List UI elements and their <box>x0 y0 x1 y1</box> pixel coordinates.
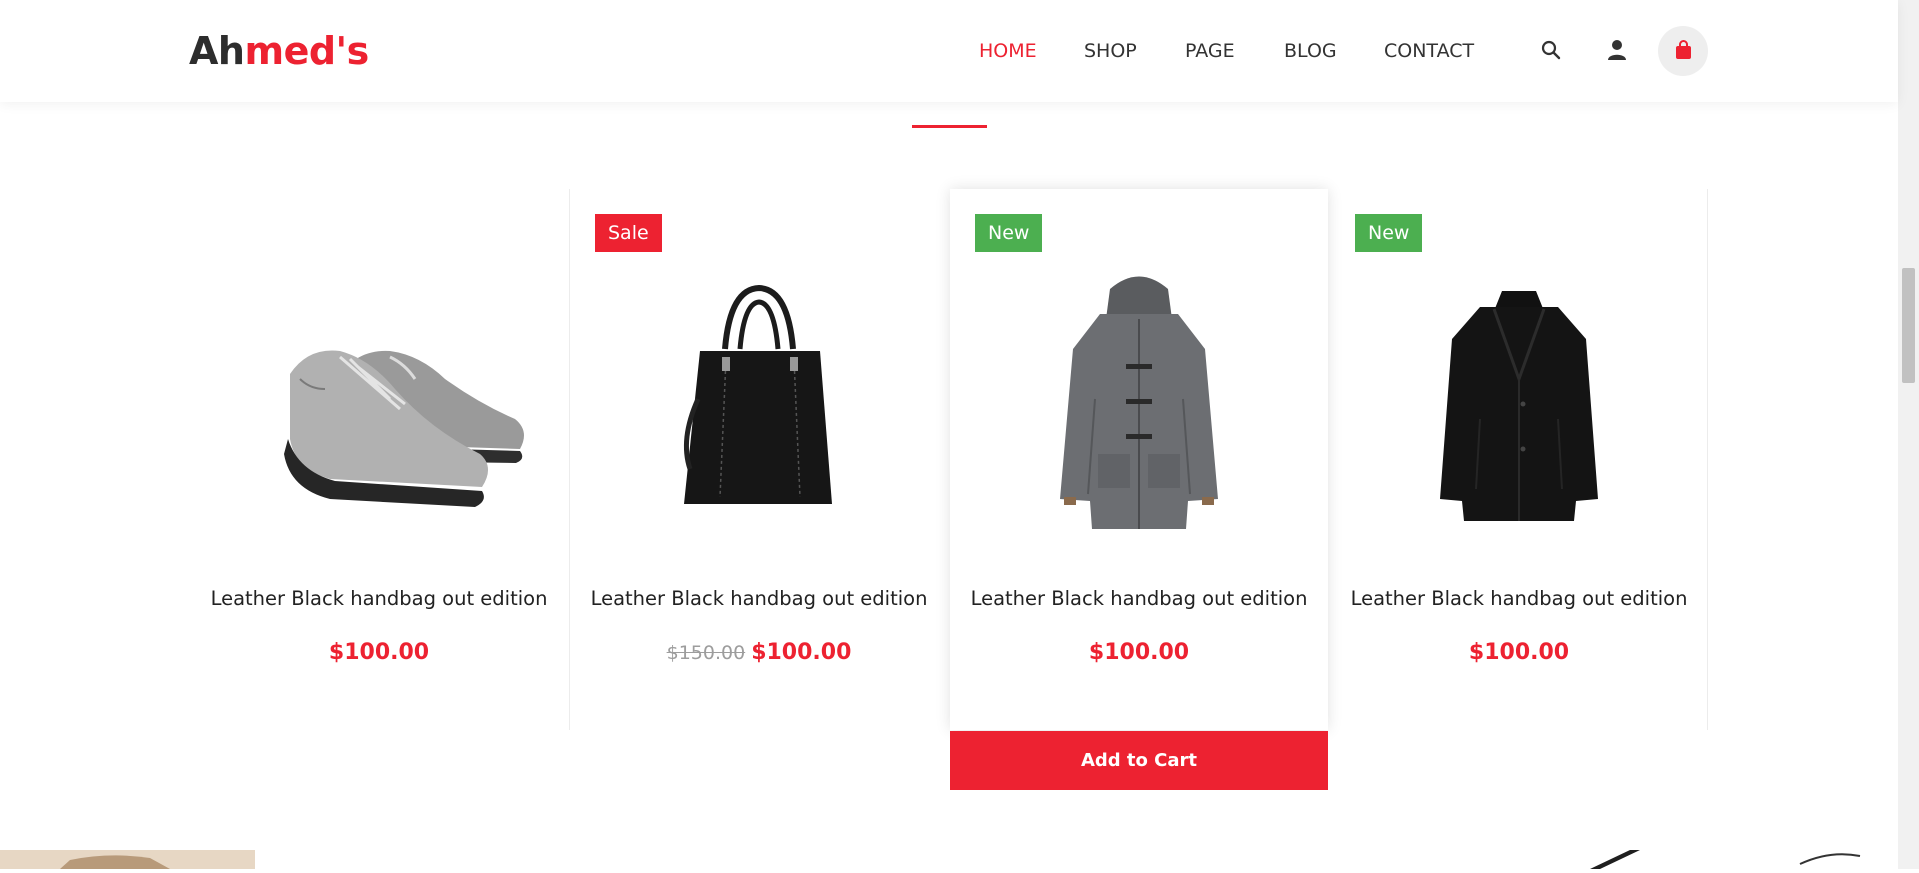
product-card-sneakers[interactable]: Leather Black handbag out edition $100.0… <box>190 189 568 730</box>
product-image-sneakers[interactable] <box>190 239 568 639</box>
product-price: $150.00 $100.00 <box>570 640 948 665</box>
product-image-overcoat[interactable] <box>1330 239 1708 639</box>
current-price: $100.00 <box>1468 640 1570 665</box>
brand-logo[interactable]: Ahmed's <box>189 29 369 73</box>
nav-page[interactable]: PAGE <box>1185 40 1235 62</box>
nav-blog[interactable]: BLOG <box>1284 40 1337 62</box>
cart-button[interactable] <box>1658 26 1708 76</box>
product-card-duffle-coat[interactable]: New Leather Black handbag out edition $1… <box>950 189 1328 730</box>
site-header: Ahmed's HOME SHOP PAGE BLOG CONTACT <box>0 0 1898 102</box>
product-card-overcoat[interactable]: New Leather Black handbag out edition $1… <box>1330 189 1708 730</box>
product-card-handbag[interactable]: Sale Leather Black handbag out edition $… <box>570 189 948 730</box>
nav-shop[interactable]: SHOP <box>1084 40 1137 62</box>
brand-logo-part1: Ah <box>189 29 245 73</box>
current-price: $100.00 <box>751 640 852 665</box>
product-image-handbag[interactable] <box>570 239 948 639</box>
page-scrollbar[interactable] <box>1898 0 1919 869</box>
current-price: $100.00 <box>1088 640 1190 665</box>
product-image-duffle-coat[interactable] <box>950 239 1328 639</box>
current-price: $100.00 <box>328 640 430 665</box>
shopping-bag-icon <box>1675 40 1692 64</box>
nav-contact[interactable]: CONTACT <box>1384 40 1474 62</box>
section-title-underline <box>912 125 987 128</box>
next-section-banner <box>0 850 1898 869</box>
product-price: $100.00 <box>1330 640 1708 665</box>
product-title[interactable]: Leather Black handbag out edition <box>190 587 568 610</box>
add-to-cart-button[interactable]: Add to Cart <box>950 731 1328 790</box>
nav-home[interactable]: HOME <box>979 40 1037 62</box>
product-price: $100.00 <box>190 640 568 665</box>
product-price: $100.00 <box>950 640 1328 665</box>
old-price: $150.00 <box>666 642 746 664</box>
product-title[interactable]: Leather Black handbag out edition <box>950 587 1328 610</box>
product-title[interactable]: Leather Black handbag out edition <box>570 587 948 610</box>
brand-logo-part2: med's <box>244 29 369 73</box>
scrollbar-thumb[interactable] <box>1902 268 1915 383</box>
search-icon[interactable] <box>1541 40 1561 64</box>
user-icon[interactable] <box>1607 39 1627 65</box>
product-title[interactable]: Leather Black handbag out edition <box>1330 587 1708 610</box>
